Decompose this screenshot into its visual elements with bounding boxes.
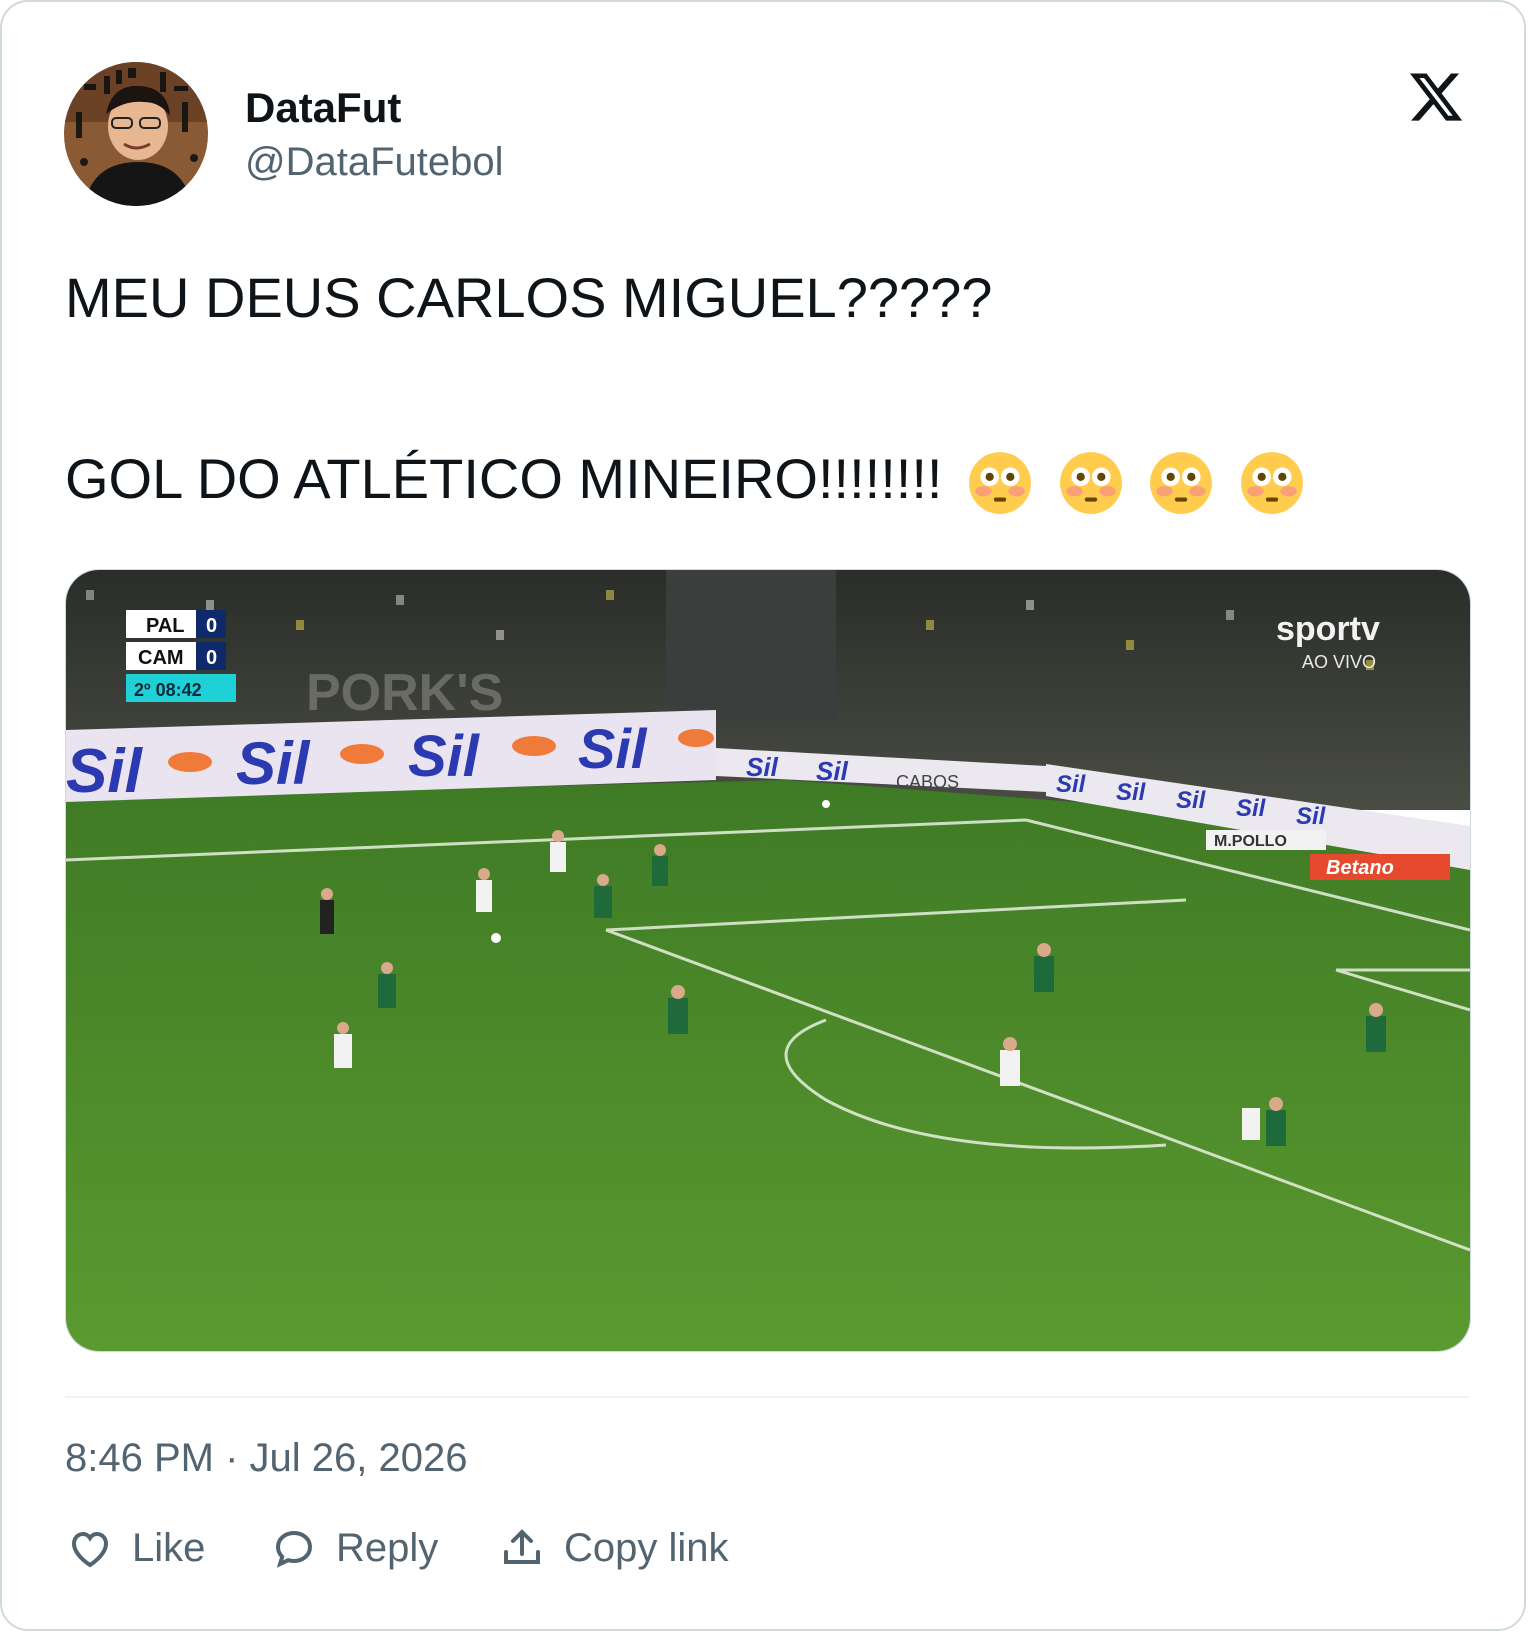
author-handle[interactable]: @DataFutebol bbox=[245, 140, 504, 185]
score-value2: 0 bbox=[206, 647, 217, 669]
like-label: Like bbox=[132, 1525, 206, 1570]
svg-text:Sil: Sil bbox=[1056, 771, 1087, 798]
tweet-media-image[interactable]: PORK'S Sil Sil Sil Sil Sil Sil Sil Sil S… bbox=[65, 569, 1471, 1352]
heart-icon bbox=[71, 1531, 109, 1568]
flushed-face-icon bbox=[1150, 452, 1213, 514]
flushed-face-icon bbox=[1240, 452, 1303, 514]
ad-betano: Betano bbox=[1326, 857, 1394, 879]
ad-sil-4: Sil bbox=[578, 717, 648, 780]
svg-text:PORK'S: PORK'S bbox=[306, 664, 503, 722]
flushed-face-icon bbox=[969, 452, 1031, 514]
tweet-timestamp[interactable]: 8:46 PM · Jul 26, 2026 bbox=[65, 1436, 467, 1481]
score-team1: PAL bbox=[146, 615, 185, 637]
share-upload-icon bbox=[504, 1529, 540, 1564]
ad-mpollo: M.POLLO bbox=[1214, 833, 1287, 850]
svg-text:Sil: Sil bbox=[746, 752, 779, 782]
ad-sil-2: Sil bbox=[236, 730, 311, 797]
emoji-row bbox=[958, 447, 1305, 514]
tweet-text-line-1: MEU DEUS CARLOS MIGUEL????? bbox=[65, 266, 993, 329]
tweet-card: DataFut @DataFutebol MEU DEUS CARLOS MIG… bbox=[0, 0, 1526, 1631]
scoreboard: PAL 0 CAM 0 2º 08:42 bbox=[126, 610, 236, 702]
match-clock: 2º 08:42 bbox=[134, 680, 202, 700]
svg-text:Sil: Sil bbox=[1176, 787, 1207, 814]
score-team2: CAM bbox=[138, 647, 184, 669]
ad-sil-1: Sil bbox=[66, 737, 144, 806]
reply-button[interactable]: Reply bbox=[270, 1520, 438, 1576]
divider bbox=[65, 1396, 1469, 1398]
ad-cabos: CABOS bbox=[896, 772, 959, 792]
avatar[interactable] bbox=[64, 62, 208, 206]
svg-text:Sil: Sil bbox=[1296, 803, 1327, 830]
author-name[interactable]: DataFut bbox=[245, 84, 401, 132]
x-logo-icon[interactable] bbox=[1407, 68, 1465, 126]
like-button[interactable]: Like bbox=[66, 1520, 205, 1576]
reply-label: Reply bbox=[336, 1525, 439, 1570]
score-value1: 0 bbox=[206, 615, 217, 637]
svg-text:Sil: Sil bbox=[1236, 795, 1267, 822]
copy-link-button[interactable]: Copy link bbox=[498, 1520, 729, 1576]
copy-link-label: Copy link bbox=[564, 1525, 729, 1570]
svg-text:Sil: Sil bbox=[1116, 779, 1147, 806]
tweet-text-line-2: GOL DO ATLÉTICO MINEIRO!!!!!!!! bbox=[65, 450, 1305, 516]
broadcaster-logo: sportv bbox=[1276, 610, 1380, 648]
tweet-text-line-2-text: GOL DO ATLÉTICO MINEIRO!!!!!!!! bbox=[65, 446, 943, 510]
ad-sil-3: Sil bbox=[408, 724, 481, 789]
broadcaster-status: AO VIVO bbox=[1302, 652, 1376, 672]
reply-bubble-icon bbox=[275, 1530, 313, 1568]
svg-text:Sil: Sil bbox=[816, 756, 849, 786]
flushed-face-icon bbox=[1059, 452, 1122, 514]
